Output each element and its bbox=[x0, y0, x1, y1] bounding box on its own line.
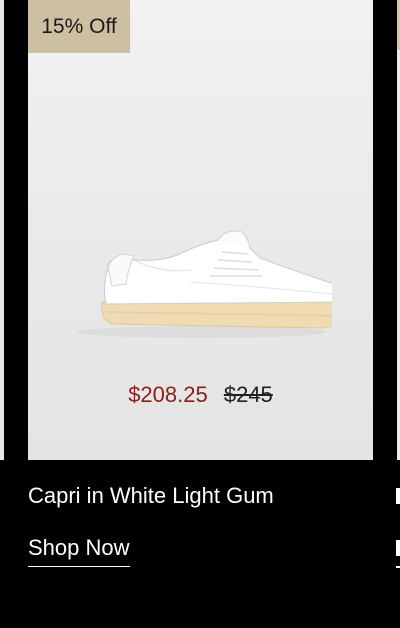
next-card-link-stub[interactable] bbox=[396, 540, 400, 556]
next-card-link-underline bbox=[396, 566, 400, 568]
product-card[interactable]: 15% Off $208.25 $245 Capri in White Ligh… bbox=[28, 0, 373, 628]
previous-card-edge[interactable] bbox=[0, 0, 4, 460]
shop-now-link[interactable]: Shop Now bbox=[28, 535, 130, 567]
discount-badge: 15% Off bbox=[28, 0, 130, 53]
price-row: $208.25 $245 bbox=[28, 382, 373, 408]
next-card-name-stub bbox=[396, 488, 400, 504]
product-image-area[interactable]: 15% Off $208.25 $245 bbox=[28, 0, 373, 460]
product-name[interactable]: Capri in White Light Gum bbox=[28, 483, 274, 509]
sneaker-image bbox=[77, 230, 332, 338]
product-carousel: 15% Off $208.25 $245 Capri in White Ligh… bbox=[0, 0, 400, 628]
sale-price: $208.25 bbox=[128, 382, 208, 407]
original-price: $245 bbox=[223, 382, 273, 407]
